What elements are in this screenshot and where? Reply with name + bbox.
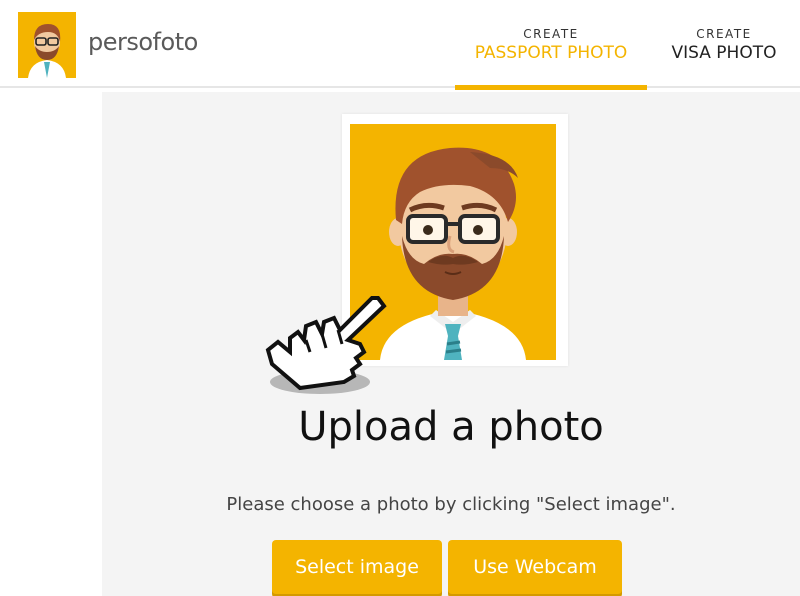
tab-visa-small-label: CREATE — [696, 27, 752, 41]
upload-instructions: Please choose a photo by clicking "Selec… — [226, 494, 676, 515]
tab-passport-label: PASSPORT PHOTO — [474, 43, 628, 63]
upload-title: Upload a photo — [298, 404, 604, 450]
hand-pointer-icon — [260, 292, 400, 402]
select-image-button[interactable]: Select image — [272, 540, 442, 594]
use-webcam-button[interactable]: Use Webcam — [448, 540, 622, 594]
tab-create-visa-photo[interactable]: CREATE VISA PHOTO — [660, 26, 788, 88]
tab-create-passport-photo[interactable]: CREATE PASSPORT PHOTO — [455, 26, 647, 90]
logo-avatar-icon[interactable] — [18, 12, 76, 78]
tab-visa-label: VISA PHOTO — [671, 43, 777, 63]
site-header: persofoto CREATE PASSPORT PHOTO CREATE V… — [0, 0, 800, 90]
brand-name[interactable]: persofoto — [88, 28, 198, 56]
upload-panel: Upload a photo Please choose a photo by … — [102, 92, 800, 596]
tab-passport-small-label: CREATE — [523, 27, 579, 41]
